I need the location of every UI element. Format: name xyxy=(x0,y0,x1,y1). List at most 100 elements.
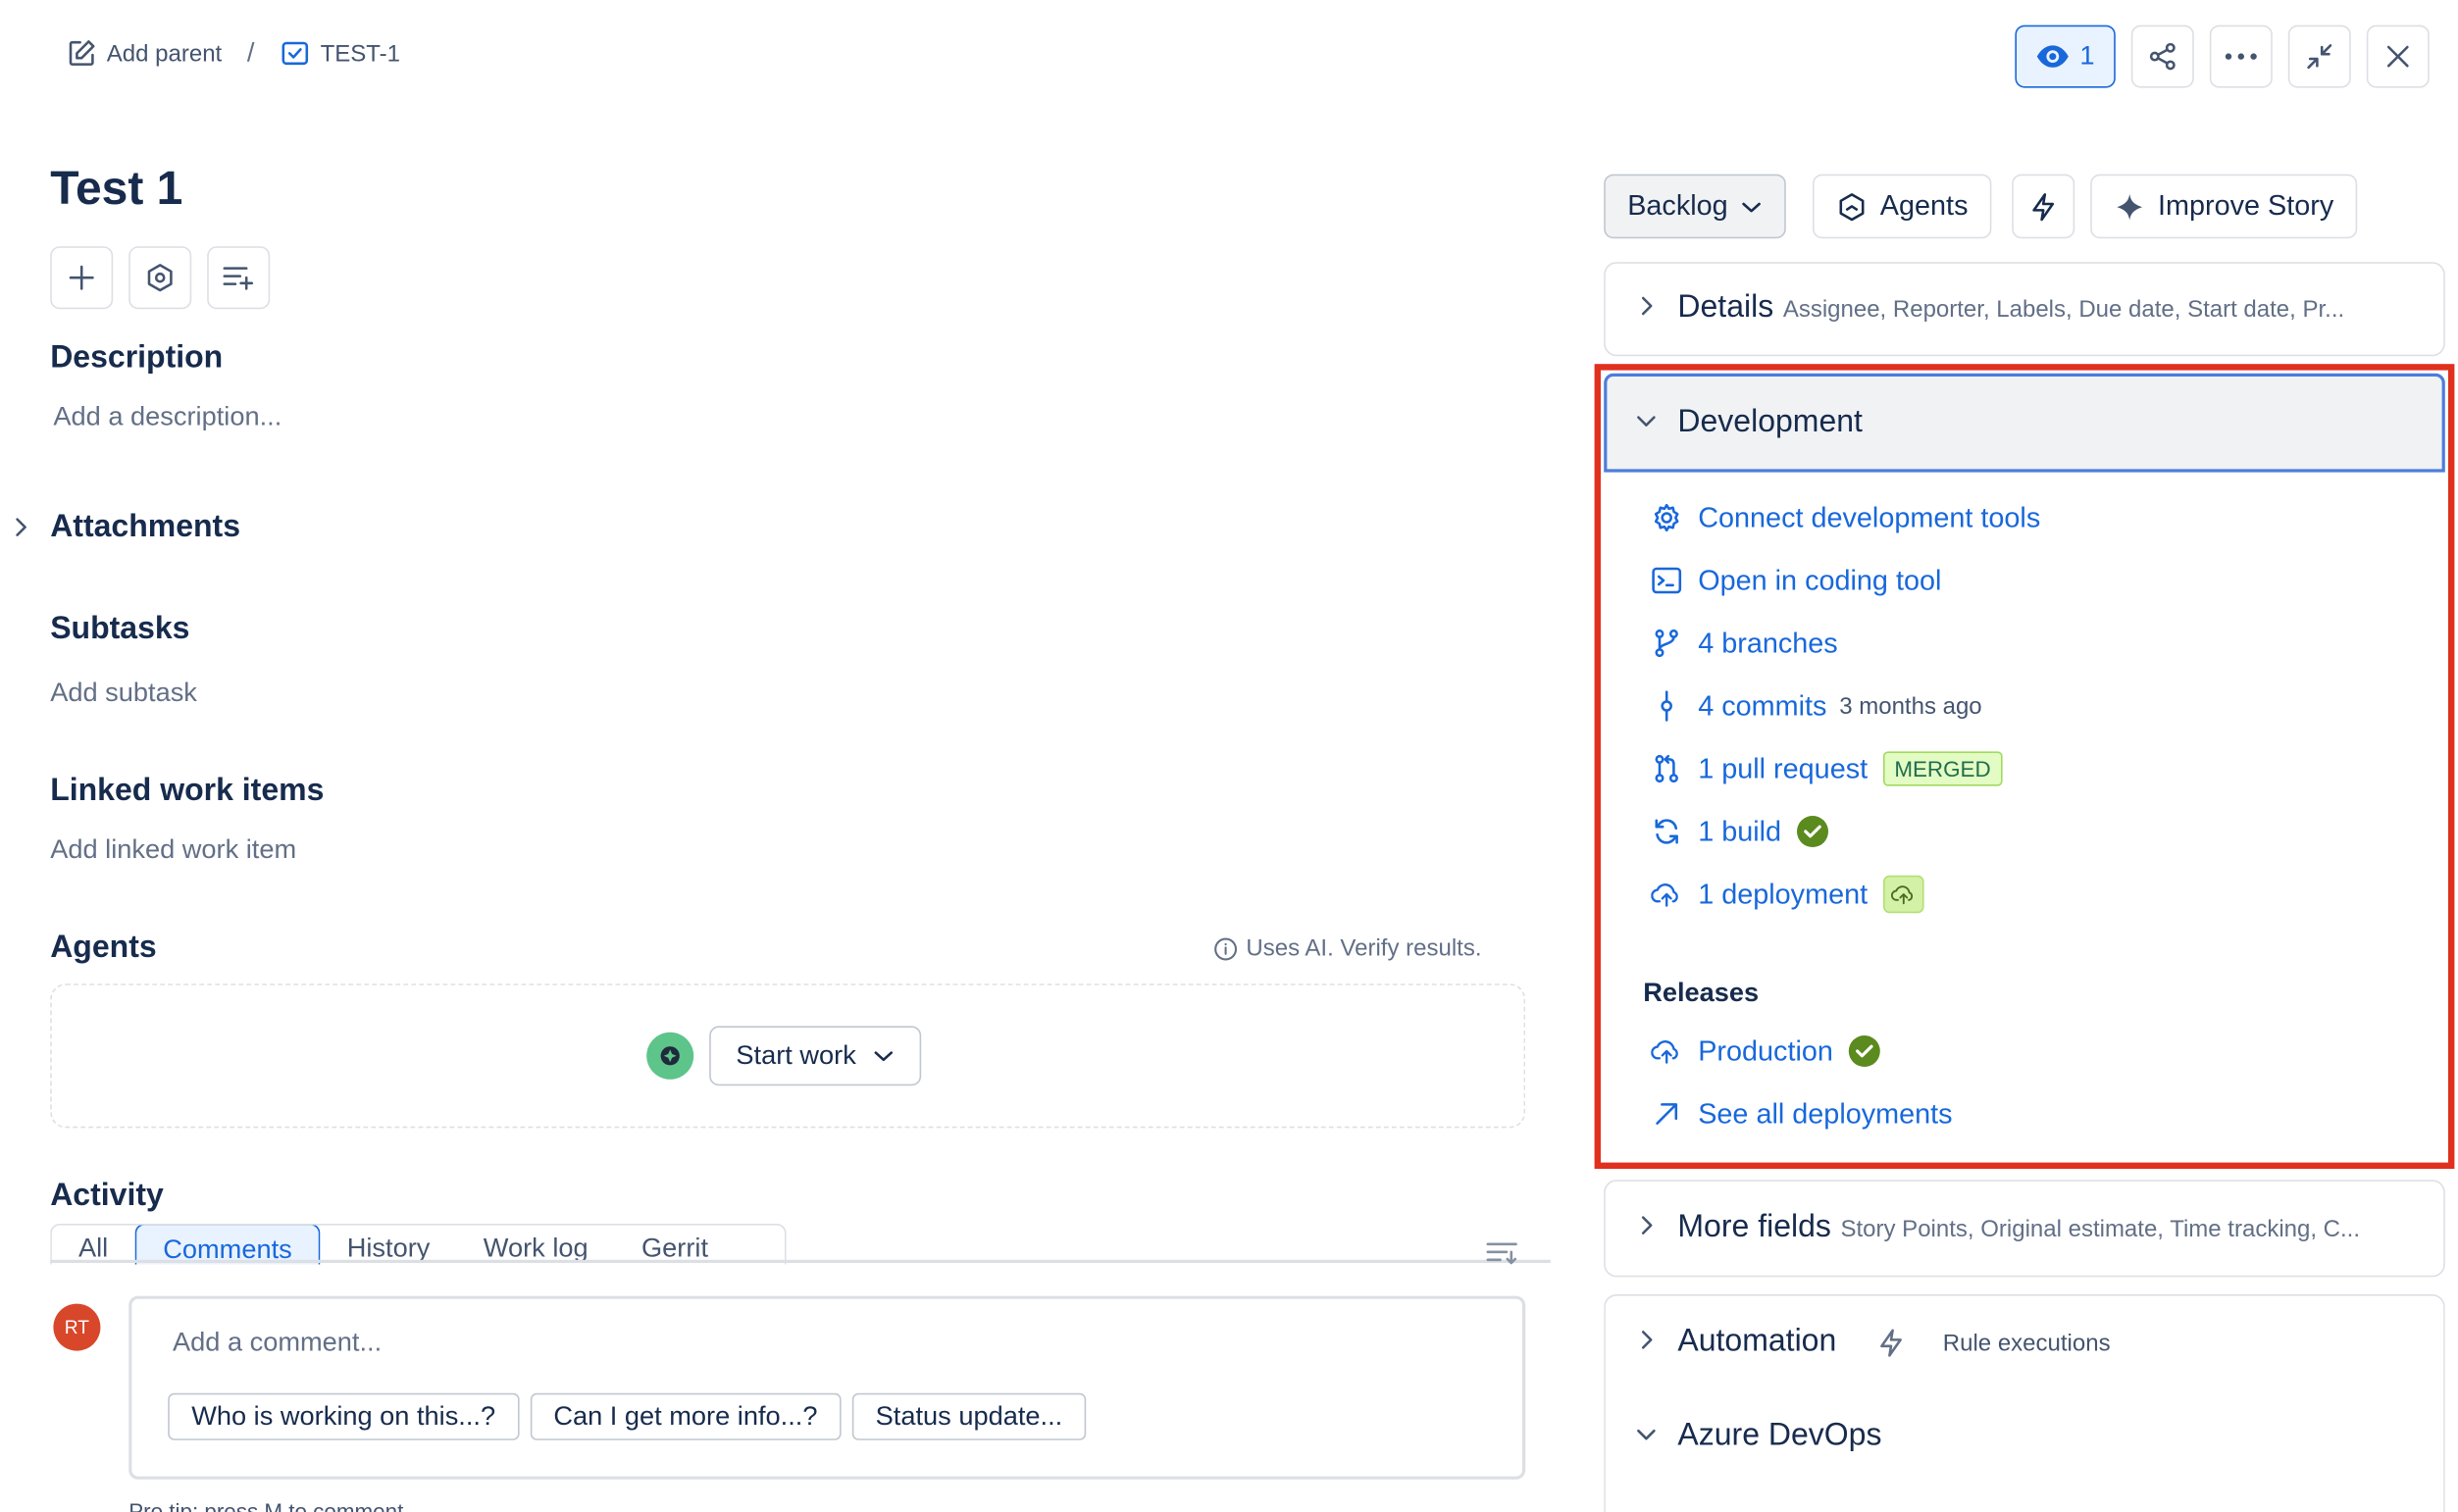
agent-avatar xyxy=(646,1032,694,1080)
add-parent-link[interactable]: Add parent xyxy=(107,40,222,67)
attachments-toggle[interactable] xyxy=(10,515,31,540)
pull-request-link[interactable]: 1 pull request MERGED xyxy=(1651,750,2040,787)
deployment-link[interactable]: 1 deployment xyxy=(1651,875,2040,914)
description-field[interactable]: Add a description... xyxy=(53,402,282,433)
commit-icon xyxy=(1651,690,1682,722)
branches-label: 4 branches xyxy=(1698,627,1838,659)
subtasks-heading: Subtasks xyxy=(50,612,190,647)
azure-chevron[interactable] xyxy=(1634,1425,1660,1446)
cloud-upload-icon xyxy=(1651,881,1682,909)
automation-quick-button[interactable] xyxy=(2012,174,2075,239)
ai-summarize-button[interactable] xyxy=(207,246,271,310)
terminal-icon xyxy=(1651,567,1682,595)
description-heading: Description xyxy=(50,340,224,376)
activity-tabs: All Comments History Work log Gerrit xyxy=(50,1224,787,1265)
agents-button-label: Agents xyxy=(1879,189,1969,222)
start-work-dropdown[interactable]: Start work xyxy=(709,1026,921,1086)
minimize-button[interactable] xyxy=(2287,25,2351,88)
chevron-right-icon xyxy=(10,515,31,540)
task-checkbox-icon xyxy=(280,37,311,69)
apps-button[interactable] xyxy=(128,246,192,310)
connect-dev-tools-link[interactable]: Connect development tools xyxy=(1651,499,2040,536)
agents-heading: Agents xyxy=(50,930,157,965)
azure-devops-title[interactable]: Azure DevOps xyxy=(1677,1418,1881,1454)
status-label: Backlog xyxy=(1627,189,1728,222)
see-all-deployments-link[interactable]: See all deployments xyxy=(1651,1095,1953,1133)
production-release-link[interactable]: Production xyxy=(1651,1033,1952,1070)
more-fields-summary: Story Points, Original estimate, Time tr… xyxy=(1840,1216,2361,1243)
breadcrumb: Add parent / TEST-1 xyxy=(66,37,400,69)
gear-icon xyxy=(1651,502,1682,533)
open-coding-tool-link[interactable]: Open in coding tool xyxy=(1651,562,2040,599)
build-success-icon xyxy=(1797,816,1829,847)
sort-button[interactable] xyxy=(1485,1239,1519,1265)
linked-work-items-heading: Linked work items xyxy=(50,773,325,808)
chevron-right-icon xyxy=(1635,1328,1657,1353)
branches-link[interactable]: 4 branches xyxy=(1651,625,2040,662)
page-title[interactable]: Test 1 xyxy=(50,163,182,216)
activity-heading: Activity xyxy=(50,1178,164,1213)
deployment-label: 1 deployment xyxy=(1698,878,1869,910)
comment-input[interactable]: Add a comment... xyxy=(173,1328,382,1359)
add-button[interactable] xyxy=(50,246,114,310)
build-label: 1 build xyxy=(1698,815,1782,847)
status-dropdown[interactable]: Backlog xyxy=(1604,174,1786,239)
agents-button[interactable]: Agents xyxy=(1813,174,1992,239)
more-actions-button[interactable] xyxy=(2209,25,2273,88)
eye-icon xyxy=(2036,44,2071,70)
production-success-icon xyxy=(1848,1035,1880,1067)
add-linked-work-item-link[interactable]: Add linked work item xyxy=(50,834,296,866)
improve-story-button[interactable]: Improve Story xyxy=(2090,174,2358,239)
releases-list: Production See all deployments xyxy=(1651,1033,1953,1133)
details-chevron xyxy=(1635,293,1657,319)
ai-notice-text: Uses AI. Verify results. xyxy=(1246,934,1482,962)
commits-link[interactable]: 4 commits 3 months ago xyxy=(1651,687,2040,725)
ai-notice: Uses AI. Verify results. xyxy=(1213,935,1482,962)
automation-lightning xyxy=(1877,1328,1906,1359)
tab-all[interactable]: All xyxy=(52,1226,135,1265)
attachments-heading[interactable]: Attachments xyxy=(50,510,240,546)
chip-more-info[interactable]: Can I get more info...? xyxy=(530,1392,842,1440)
rule-executions-link[interactable]: Rule executions xyxy=(1943,1331,2111,1357)
releases-heading: Releases xyxy=(1643,977,1760,1008)
chip-who-is-working[interactable]: Who is working on this...? xyxy=(168,1392,520,1440)
issue-key-link[interactable]: TEST-1 xyxy=(321,40,400,67)
pull-request-label: 1 pull request xyxy=(1698,752,1869,784)
lightning-icon xyxy=(1877,1328,1906,1359)
development-list: Connect development tools Open in coding… xyxy=(1651,499,2040,914)
hexagon-icon xyxy=(144,262,176,293)
development-title: Development xyxy=(1677,404,1863,439)
chip-status-update[interactable]: Status update... xyxy=(851,1392,1087,1440)
watch-button[interactable]: 1 xyxy=(2015,25,2116,88)
tab-gerrit[interactable]: Gerrit xyxy=(615,1226,735,1265)
close-button[interactable] xyxy=(2366,25,2430,88)
lightning-icon xyxy=(2029,190,2058,222)
production-label: Production xyxy=(1698,1034,1833,1067)
tab-work-log[interactable]: Work log xyxy=(457,1226,615,1265)
chevron-down-icon xyxy=(1634,1425,1660,1446)
tab-history[interactable]: History xyxy=(321,1226,457,1265)
refresh-icon xyxy=(1651,816,1682,847)
comment-box[interactable] xyxy=(128,1295,1526,1480)
more-fields-title: More fields xyxy=(1677,1209,1831,1244)
chevron-right-icon xyxy=(1635,1213,1657,1238)
automation-chevron[interactable] xyxy=(1635,1328,1657,1353)
merged-badge: MERGED xyxy=(1883,751,2002,786)
build-link[interactable]: 1 build xyxy=(1651,813,2040,850)
details-title: Details xyxy=(1677,290,1774,326)
improve-story-label: Improve Story xyxy=(2158,189,2334,222)
cloud-upload-icon xyxy=(1651,1037,1682,1066)
breadcrumb-separator: / xyxy=(246,37,255,68)
commits-time: 3 months ago xyxy=(1839,692,1982,720)
share-button[interactable] xyxy=(2130,25,2194,88)
branch-icon xyxy=(1651,628,1682,659)
more-fields-chevron xyxy=(1635,1213,1657,1238)
automation-title[interactable]: Automation xyxy=(1677,1324,1836,1360)
sparkle-icon xyxy=(2114,190,2145,222)
add-subtask-link[interactable]: Add subtask xyxy=(50,678,197,709)
tab-comments[interactable]: Comments xyxy=(134,1225,321,1265)
sort-icon xyxy=(1485,1239,1519,1265)
commits-label: 4 commits xyxy=(1698,689,1827,722)
connect-dev-tools-label: Connect development tools xyxy=(1698,501,2041,533)
open-coding-tool-label: Open in coding tool xyxy=(1698,564,1942,596)
